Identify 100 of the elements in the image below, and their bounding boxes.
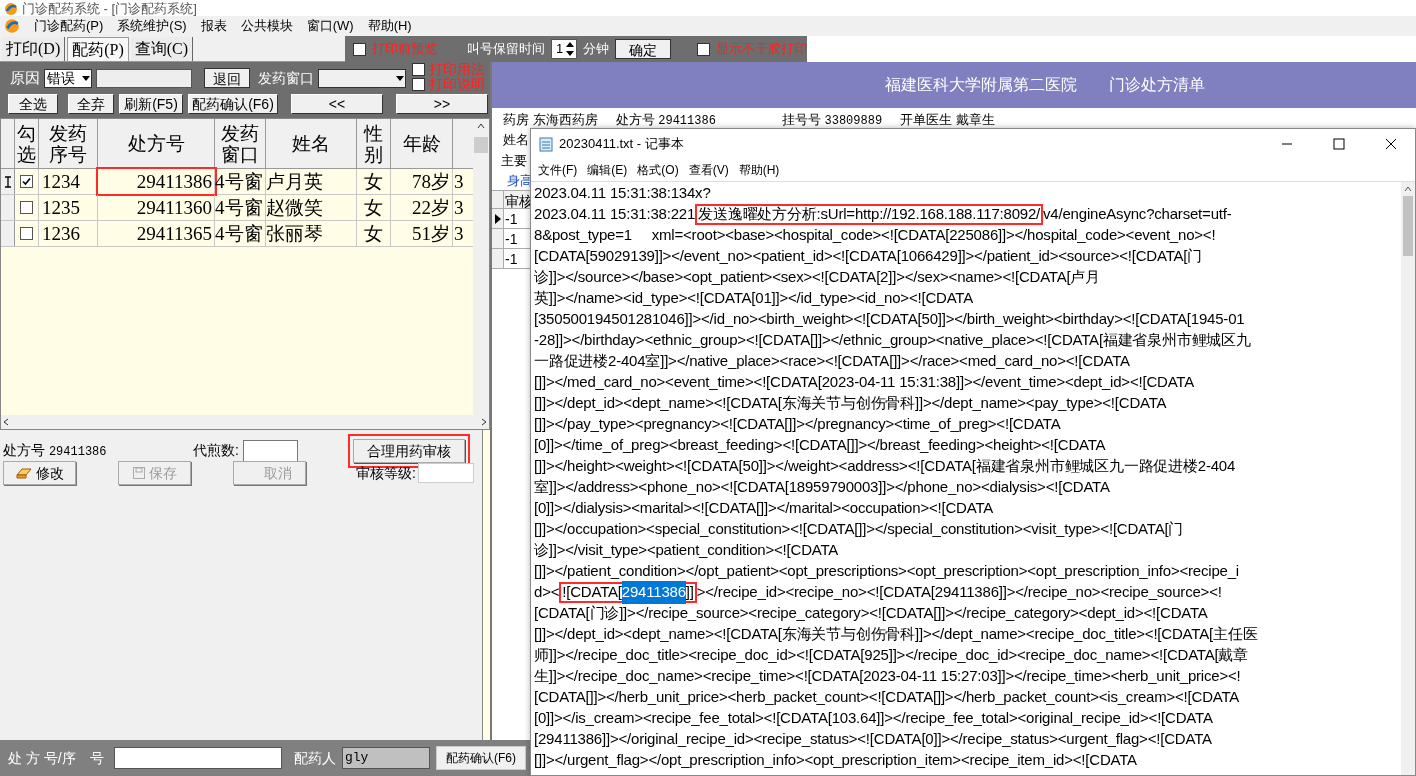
toolbar-button[interactable]: 全弃	[68, 94, 114, 114]
table-cell: 卢月英	[266, 169, 357, 194]
spin-field[interactable]: 1	[551, 39, 577, 59]
toolbar-button[interactable]: 全选	[8, 94, 58, 114]
log-text: 2023.04.11 15:31:38:134x?	[534, 183, 711, 204]
menu-item[interactable]: 门诊配药(P)	[34, 16, 104, 36]
window-dropdown[interactable]	[318, 68, 406, 88]
log-text: ></recipe_id><recipe_no><![CDATA[29411386]]></recipe_no><recipe_source><!	[696, 582, 1222, 603]
menu-item[interactable]: 系统维护(S)	[117, 16, 187, 36]
table-cell-text: 3	[453, 196, 465, 220]
app-logo-icon	[4, 2, 18, 16]
field-label: 发药窗口	[258, 68, 314, 88]
decoct-input[interactable]	[242, 440, 298, 462]
menu-item[interactable]: 文件(F)	[538, 160, 578, 179]
maximize-icon[interactable]	[1333, 137, 1345, 150]
table-cell: 女	[357, 221, 391, 246]
table-cell: 女	[357, 195, 391, 220]
unit-label: 分钟	[583, 40, 609, 59]
scroll-thumb[interactable]	[474, 137, 488, 153]
table-cell: 4号窗	[215, 221, 266, 246]
recipe-number-text: 处方号 29411386	[3, 441, 108, 461]
table-cell: 张丽琴	[266, 221, 357, 246]
log-text: 英]]></name><id_type><![CDATA[01]]></id_type><id_no><![CDATA	[534, 288, 974, 309]
menu-item[interactable]: 帮助(H)	[738, 160, 780, 179]
log-text: 生]]></recipe_doc_name><recipe_time><![CDATA[2023-04-11 15:27:03]]></recipe_time><herb_unit_price><!	[534, 666, 1241, 687]
menu-item[interactable]: 格式(O)	[637, 160, 679, 179]
close-icon[interactable]	[1385, 137, 1397, 150]
caret-icon	[81, 74, 91, 82]
checkbox[interactable]	[697, 42, 710, 56]
log-text: []]></urgent_flag></opt_prescription_info><opt_prescription_item><recipe_item_id><![CDATA	[534, 750, 1137, 771]
scroll-right-icon[interactable]	[481, 418, 487, 426]
toolbar-button[interactable]: 刷新(F5)	[119, 94, 183, 114]
log-text: d><	[534, 582, 560, 603]
confirm-button[interactable]: 配药确认(F6)	[436, 746, 526, 770]
checkbox[interactable]	[353, 42, 366, 56]
info-text: 姓名	[503, 131, 529, 149]
row-header[interactable]	[1, 169, 15, 194]
eraser-icon	[15, 467, 32, 479]
menu-item[interactable]: 查看(V)	[688, 160, 729, 179]
menu-item[interactable]: 编辑(E)	[587, 160, 628, 179]
column-header: 发药序号	[39, 119, 98, 168]
scroll-left-icon[interactable]	[3, 418, 9, 426]
menu-item[interactable]: 报表	[200, 16, 227, 36]
audit-level-input[interactable]	[417, 463, 474, 483]
log-text: 诊]]></visit_type><patient_condition><![CDATA	[534, 540, 839, 561]
checkbox[interactable]	[412, 78, 425, 91]
checkbox[interactable]	[412, 63, 425, 76]
scroll-up-icon[interactable]	[1404, 186, 1412, 192]
log-text: v4/engineAsync?charset=utf-	[1043, 204, 1232, 225]
window-title: 20230411.txt - 记事本	[559, 134, 685, 153]
scroll-thumb[interactable]	[1403, 196, 1413, 256]
toolbar-button[interactable]: >>	[396, 94, 488, 114]
table-cell: 29411360	[98, 195, 215, 220]
tab[interactable]: 配药(P)	[67, 37, 129, 61]
app-logo-icon	[4, 18, 20, 34]
menu-item[interactable]: 窗口(W)	[306, 16, 354, 36]
table-cell: 赵微笑	[266, 195, 357, 220]
info-text: 主要	[501, 152, 527, 170]
recipe-input[interactable]	[114, 747, 282, 769]
tab[interactable]: 打印(D)	[2, 37, 66, 61]
column-header: 处方号	[98, 119, 215, 168]
log-text: [0]]></is_cream><recipe_fee_total><![CDATA[103.64]]></recipe_fee_total><original_recipe_id><![CDATA	[534, 708, 1213, 729]
vertical-scrollbar[interactable]	[473, 119, 489, 415]
table-cell-text: -1	[504, 250, 518, 268]
table-cell: 4号窗	[215, 195, 266, 220]
log-text: ![CDATA[	[562, 582, 622, 603]
field-label: 代煎数:	[193, 441, 239, 460]
reason-dropdown[interactable]: 错误	[44, 68, 92, 88]
field-label: 配药人	[294, 748, 336, 768]
menu-item[interactable]: 帮助(H)	[367, 16, 412, 36]
vertical-scrollbar[interactable]	[1401, 182, 1415, 775]
field-label: 处 方 号/序 号	[8, 748, 105, 768]
field-label: 审核等级:	[356, 463, 416, 483]
table-cell-text: 3	[453, 170, 465, 194]
checkbox[interactable]	[20, 227, 33, 240]
menu-item[interactable]: 公共模块	[240, 16, 293, 36]
toolbar-button[interactable]: 配药确认(F6)	[188, 94, 278, 114]
checkbox[interactable]	[20, 201, 33, 214]
log-text: 发送逸曜处方分析:sUrl=http://192.168.188.117:8092/	[698, 204, 1041, 225]
table-cell: 女	[357, 169, 391, 194]
column-header: 性别	[357, 119, 391, 168]
return-button[interactable]: 退回	[204, 68, 250, 88]
window-title: 门诊配药系统 - [门诊配药系统]	[22, 2, 197, 16]
row-header[interactable]	[492, 209, 504, 228]
scroll-up-icon[interactable]	[477, 123, 485, 129]
table-cell: 22岁	[391, 195, 453, 220]
log-text: 师]]></recipe_doc_title><recipe_doc_id><![CDATA[925]]></recipe_doc_id><recipe_doc_name><![CDATA[戴章	[534, 645, 1249, 666]
checkbox[interactable]	[20, 175, 33, 188]
audit-button[interactable]: 合理用药审核	[352, 439, 465, 463]
form-button[interactable]: 修改	[3, 461, 76, 485]
tab[interactable]: 查询(C)	[130, 37, 194, 61]
field-label: 原因	[10, 67, 40, 88]
spin-arrows-icon[interactable]	[564, 40, 576, 58]
log-text: [CDATA[59029139]]></event_no><patient_id><![CDATA[1066429]]></patient_id><source><![CDATA[门	[534, 246, 1203, 267]
table-cell: 29411386	[98, 169, 215, 194]
dispenser-field[interactable]: gly	[342, 747, 430, 769]
toolbar-button[interactable]: <<	[291, 94, 383, 114]
reason-input[interactable]	[96, 68, 192, 88]
confirm-button[interactable]: 确定	[615, 39, 671, 59]
horizontal-scrollbar[interactable]	[1, 415, 489, 429]
